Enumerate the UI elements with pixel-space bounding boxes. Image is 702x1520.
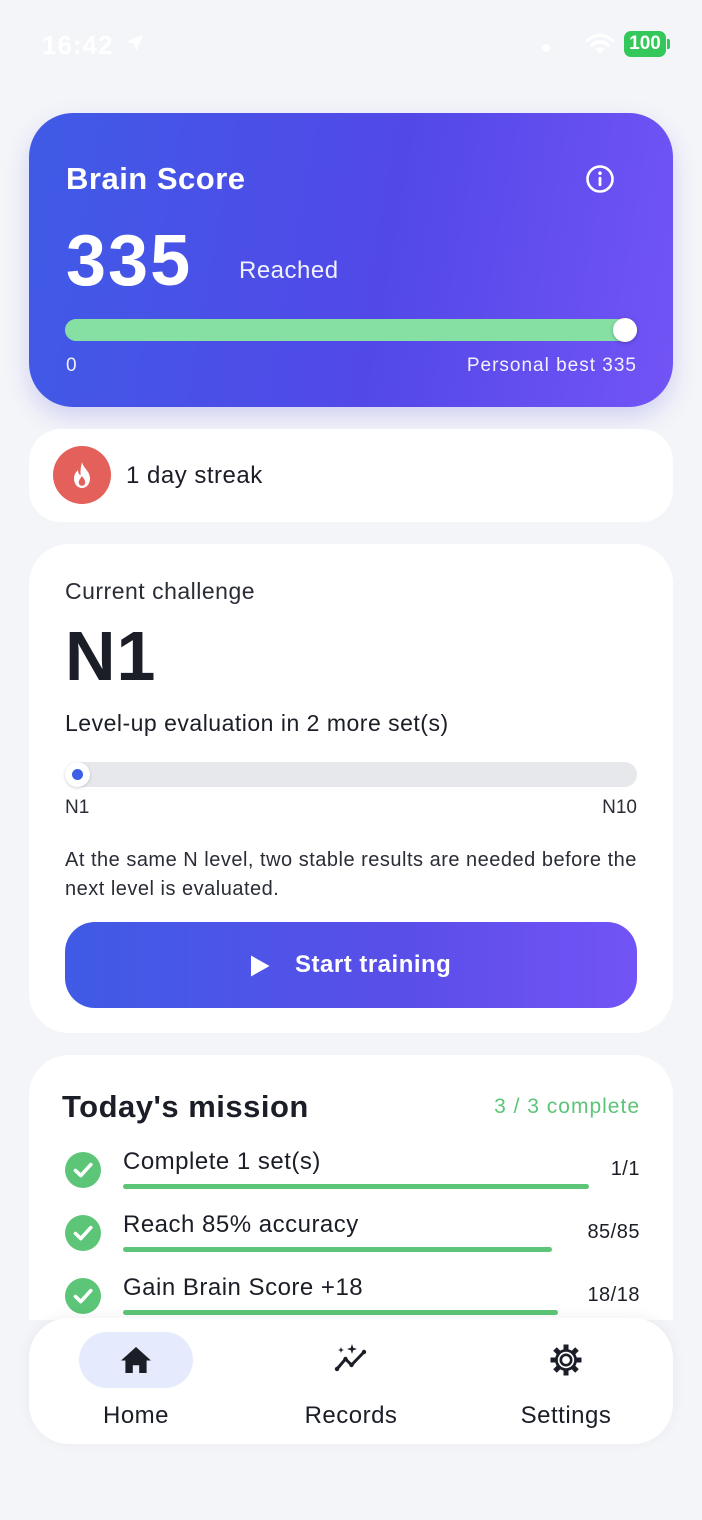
brain-score-card: Brain Score 335 Reached 0 Personal best … — [29, 113, 673, 407]
mission-progress: 3 / 3 complete — [494, 1095, 640, 1118]
nav-item-label: Records — [304, 1402, 398, 1429]
info-icon[interactable] — [584, 163, 616, 195]
mission-item: Reach 85% accuracy 85/85 — [29, 1211, 673, 1275]
mission-item-value: 1/1 — [610, 1158, 640, 1180]
mission-item-value: 85/85 — [587, 1221, 640, 1243]
challenge-description: At the same N level, two stable results … — [65, 849, 637, 900]
level-range-min: N1 — [65, 797, 90, 818]
todays-mission-card: Today's mission 3 / 3 complete Complete … — [29, 1055, 673, 1320]
nav-item-label: Settings — [520, 1402, 612, 1429]
check-circle-icon — [65, 1215, 101, 1251]
mission-item: Gain Brain Score +18 18/18 — [29, 1274, 673, 1320]
battery-cap — [667, 39, 670, 49]
streak-card: 1 day streak — [29, 429, 673, 522]
challenge-card: Current challenge N1 Level-up evaluation… — [29, 544, 673, 1033]
level-range-max: N10 — [602, 797, 637, 818]
location-arrow-icon — [126, 34, 144, 52]
mission-item-progress-bar — [123, 1310, 558, 1315]
brain-score-range-min: 0 — [66, 355, 77, 376]
brain-score-value: 335 — [66, 221, 193, 301]
personal-best-label: Personal best 335 — [466, 355, 637, 376]
gear-icon — [550, 1344, 582, 1376]
play-icon — [251, 955, 270, 977]
nav-item-home[interactable]: Home — [29, 1318, 243, 1444]
level-progress-knob — [65, 762, 90, 787]
brain-score-progress-track — [65, 318, 637, 342]
level-progress-track — [65, 762, 637, 787]
challenge-level: N1 — [65, 617, 157, 695]
mission-item-label: Reach 85% accuracy — [123, 1211, 359, 1238]
mission-item-progress-bar — [123, 1184, 589, 1189]
brain-score-title: Brain Score — [66, 161, 246, 196]
trend-sparkle-icon — [334, 1344, 367, 1372]
check-circle-icon — [65, 1278, 101, 1314]
level-progress-knob-dot — [72, 769, 83, 780]
brain-score-progress-fill — [65, 319, 637, 341]
nav-item-label: Home — [102, 1402, 170, 1429]
wifi-icon — [585, 33, 615, 54]
challenge-label: Current challenge — [65, 578, 256, 604]
mission-item-label: Complete 1 set(s) — [123, 1148, 321, 1175]
level-up-evaluation-text: Level-up evaluation in 2 more set(s) — [65, 710, 449, 736]
streak-text: 1 day streak — [126, 462, 263, 489]
home-icon — [121, 1347, 151, 1373]
status-time: 16:42 — [42, 30, 114, 60]
status-bar: 16:42 100 — [0, 0, 702, 88]
start-training-button[interactable]: Start training — [65, 922, 637, 1008]
battery-indicator: 100 — [624, 31, 666, 57]
flame-icon — [74, 462, 90, 488]
start-training-label: Start training — [295, 951, 452, 978]
mission-title: Today's mission — [62, 1089, 309, 1124]
brain-score-status: Reached — [239, 257, 339, 284]
mission-item-label: Gain Brain Score +18 — [123, 1274, 364, 1301]
mission-item-progress-bar — [123, 1247, 552, 1252]
mission-item: Complete 1 set(s) 1/1 — [29, 1148, 673, 1212]
privacy-dot-icon — [542, 44, 550, 52]
mission-item-value: 18/18 — [587, 1284, 640, 1306]
nav-item-records[interactable]: Records — [244, 1318, 458, 1444]
check-circle-icon — [65, 1152, 101, 1188]
brain-score-progress-knob — [613, 318, 637, 342]
bottom-navigation: Home Records Settings — [29, 1318, 673, 1444]
nav-item-settings[interactable]: Settings — [459, 1318, 673, 1444]
streak-badge — [53, 446, 111, 504]
